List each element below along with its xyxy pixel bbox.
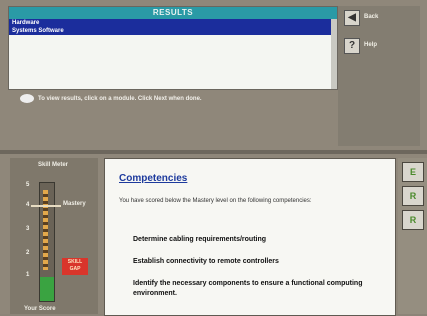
navigation-panel <box>338 6 420 146</box>
results-window: RESULTS Hardware Systems Software <box>8 6 338 90</box>
competency-item: Identify the necessary components to ens… <box>133 280 363 297</box>
skill-gap-line2: GAP <box>69 266 81 272</box>
competency-item: Establish connectivity to remote control… <box>133 258 279 265</box>
scale-label-3: 3 <box>26 226 30 232</box>
scale-label-4: 4 <box>26 202 30 208</box>
results-scrollbar[interactable] <box>331 19 337 89</box>
help-button-label[interactable]: Help <box>364 42 377 48</box>
results-title: RESULTS <box>9 7 337 19</box>
competencies-title: Competencies <box>119 173 188 184</box>
instruction-text: To view results, click on a module. Clic… <box>38 96 202 102</box>
mastery-label: Mastery <box>63 201 86 207</box>
skill-gap-badge: SKILL GAP <box>62 258 88 275</box>
competencies-description: You have scored below the Mastery level … <box>119 198 312 204</box>
score-label: Your Score <box>24 306 56 312</box>
tool-button[interactable]: R <box>402 186 424 206</box>
scale-label-1: 1 <box>26 272 30 278</box>
scale-label-2: 2 <box>26 250 30 256</box>
competencies-window: Competencies You have scored below the M… <box>104 158 396 316</box>
skill-meter-fill <box>40 277 54 301</box>
back-button-label[interactable]: Back <box>364 14 378 20</box>
skill-gap-line1: SKILL <box>67 259 83 265</box>
competency-item: Determine cabling requirements/routing <box>133 236 267 243</box>
back-arrow-icon[interactable]: ◀ <box>344 10 360 26</box>
results-list-item-hardware[interactable]: Hardware <box>9 19 337 27</box>
skill-meter-title: Skill Meter <box>38 162 69 168</box>
mastery-line <box>31 205 61 207</box>
results-list-item-systems-software[interactable]: Systems Software <box>9 27 337 35</box>
tool-button[interactable]: E <box>402 162 424 182</box>
skill-ladder <box>43 190 48 270</box>
scale-label-5: 5 <box>26 182 30 188</box>
help-question-icon[interactable]: ? <box>344 38 360 54</box>
panel-divider <box>0 150 427 154</box>
tool-button[interactable]: R <box>402 210 424 230</box>
mouse-icon <box>20 94 34 103</box>
